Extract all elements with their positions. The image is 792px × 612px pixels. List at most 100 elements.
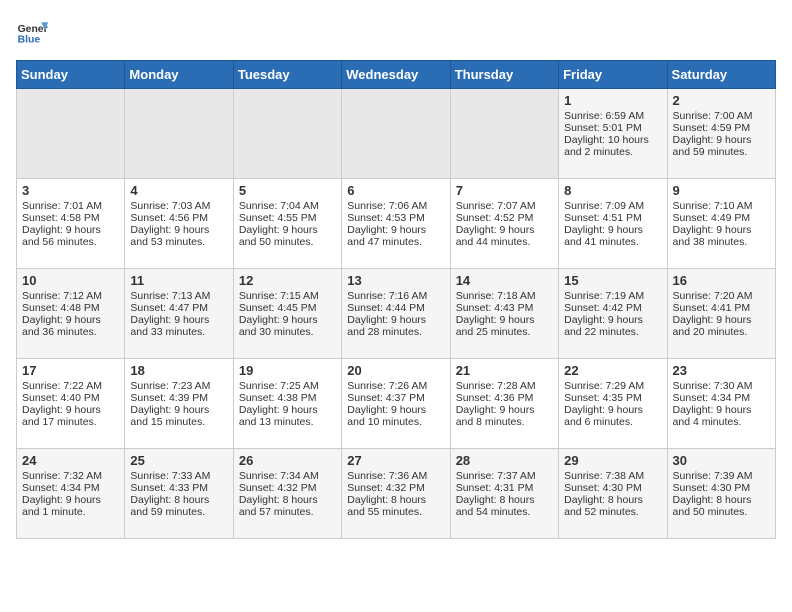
day-number: 25 — [130, 453, 227, 468]
day-info: Sunrise: 7:12 AM — [22, 290, 119, 302]
day-info: Daylight: 10 hours and 2 minutes. — [564, 134, 661, 158]
day-number: 17 — [22, 363, 119, 378]
day-info: Daylight: 8 hours and 57 minutes. — [239, 494, 336, 518]
weekday-header-friday: Friday — [559, 61, 667, 89]
day-info: Sunset: 4:59 PM — [673, 122, 770, 134]
day-number: 16 — [673, 273, 770, 288]
day-info: Sunrise: 7:29 AM — [564, 380, 661, 392]
day-info: Sunrise: 7:13 AM — [130, 290, 227, 302]
day-info: Daylight: 8 hours and 54 minutes. — [456, 494, 553, 518]
day-info: Sunset: 4:58 PM — [22, 212, 119, 224]
day-info: Sunset: 4:38 PM — [239, 392, 336, 404]
day-info: Sunrise: 7:22 AM — [22, 380, 119, 392]
day-info: Sunrise: 7:18 AM — [456, 290, 553, 302]
day-info: Sunset: 4:37 PM — [347, 392, 444, 404]
calendar-cell: 24Sunrise: 7:32 AMSunset: 4:34 PMDayligh… — [17, 449, 125, 539]
day-info: Sunrise: 7:38 AM — [564, 470, 661, 482]
calendar-cell: 1Sunrise: 6:59 AMSunset: 5:01 PMDaylight… — [559, 89, 667, 179]
day-number: 30 — [673, 453, 770, 468]
calendar-cell: 22Sunrise: 7:29 AMSunset: 4:35 PMDayligh… — [559, 359, 667, 449]
day-info: Sunrise: 7:00 AM — [673, 110, 770, 122]
day-info: Sunset: 4:34 PM — [22, 482, 119, 494]
day-info: Daylight: 9 hours and 36 minutes. — [22, 314, 119, 338]
calendar-cell: 4Sunrise: 7:03 AMSunset: 4:56 PMDaylight… — [125, 179, 233, 269]
day-number: 13 — [347, 273, 444, 288]
day-number: 10 — [22, 273, 119, 288]
day-info: Sunrise: 7:25 AM — [239, 380, 336, 392]
day-number: 8 — [564, 183, 661, 198]
day-info: Daylight: 9 hours and 1 minute. — [22, 494, 119, 518]
day-number: 15 — [564, 273, 661, 288]
calendar-cell: 8Sunrise: 7:09 AMSunset: 4:51 PMDaylight… — [559, 179, 667, 269]
day-info: Daylight: 9 hours and 8 minutes. — [456, 404, 553, 428]
day-info: Sunset: 4:49 PM — [673, 212, 770, 224]
day-number: 23 — [673, 363, 770, 378]
day-info: Sunrise: 7:26 AM — [347, 380, 444, 392]
day-info: Sunset: 4:47 PM — [130, 302, 227, 314]
day-info: Daylight: 9 hours and 53 minutes. — [130, 224, 227, 248]
day-info: Daylight: 9 hours and 28 minutes. — [347, 314, 444, 338]
day-info: Sunrise: 7:15 AM — [239, 290, 336, 302]
day-number: 3 — [22, 183, 119, 198]
calendar-cell: 14Sunrise: 7:18 AMSunset: 4:43 PMDayligh… — [450, 269, 558, 359]
weekday-header-wednesday: Wednesday — [342, 61, 450, 89]
day-info: Sunrise: 7:30 AM — [673, 380, 770, 392]
calendar-cell: 9Sunrise: 7:10 AMSunset: 4:49 PMDaylight… — [667, 179, 775, 269]
day-info: Sunrise: 7:09 AM — [564, 200, 661, 212]
weekday-header-thursday: Thursday — [450, 61, 558, 89]
day-info: Daylight: 9 hours and 13 minutes. — [239, 404, 336, 428]
day-info: Sunrise: 7:01 AM — [22, 200, 119, 212]
day-number: 20 — [347, 363, 444, 378]
day-info: Sunset: 4:55 PM — [239, 212, 336, 224]
day-info: Daylight: 9 hours and 56 minutes. — [22, 224, 119, 248]
day-number: 7 — [456, 183, 553, 198]
day-info: Daylight: 9 hours and 30 minutes. — [239, 314, 336, 338]
day-info: Sunset: 4:30 PM — [673, 482, 770, 494]
day-info: Sunset: 4:44 PM — [347, 302, 444, 314]
day-info: Sunset: 4:52 PM — [456, 212, 553, 224]
calendar-cell: 13Sunrise: 7:16 AMSunset: 4:44 PMDayligh… — [342, 269, 450, 359]
day-info: Sunrise: 6:59 AM — [564, 110, 661, 122]
day-info: Sunset: 4:56 PM — [130, 212, 227, 224]
calendar-cell: 3 Sunrise: 7:01 AMSunset: 4:58 PMDaylight… — [17, 179, 125, 269]
day-number: 2 — [673, 93, 770, 108]
weekday-header-saturday: Saturday — [667, 61, 775, 89]
calendar-cell: 28Sunrise: 7:37 AMSunset: 4:31 PMDayligh… — [450, 449, 558, 539]
day-info: Sunrise: 7:04 AM — [239, 200, 336, 212]
day-info: Sunrise: 7:10 AM — [673, 200, 770, 212]
weekday-header-monday: Monday — [125, 61, 233, 89]
day-info: Daylight: 9 hours and 33 minutes. — [130, 314, 227, 338]
day-info: Sunrise: 7:39 AM — [673, 470, 770, 482]
day-number: 4 — [130, 183, 227, 198]
day-info: Daylight: 8 hours and 50 minutes. — [673, 494, 770, 518]
day-info: Daylight: 9 hours and 17 minutes. — [22, 404, 119, 428]
day-info: Sunset: 4:35 PM — [564, 392, 661, 404]
day-info: Sunrise: 7:07 AM — [456, 200, 553, 212]
day-info: Daylight: 9 hours and 10 minutes. — [347, 404, 444, 428]
day-number: 19 — [239, 363, 336, 378]
calendar-cell — [342, 89, 450, 179]
day-info: Sunrise: 7:28 AM — [456, 380, 553, 392]
calendar-cell: 10Sunrise: 7:12 AMSunset: 4:48 PMDayligh… — [17, 269, 125, 359]
day-info: Daylight: 9 hours and 15 minutes. — [130, 404, 227, 428]
calendar-cell: 7Sunrise: 7:07 AMSunset: 4:52 PMDaylight… — [450, 179, 558, 269]
calendar-cell: 30 Sunrise: 7:39 AMSunset: 4:30 PMDayligh… — [667, 449, 775, 539]
day-info: Sunset: 4:32 PM — [347, 482, 444, 494]
calendar-cell — [450, 89, 558, 179]
day-info: Daylight: 9 hours and 59 minutes. — [673, 134, 770, 158]
day-number: 22 — [564, 363, 661, 378]
day-info: Sunset: 4:43 PM — [456, 302, 553, 314]
svg-text:Blue: Blue — [18, 34, 41, 45]
day-info: Sunrise: 7:32 AM — [22, 470, 119, 482]
day-info: Daylight: 9 hours and 4 minutes. — [673, 404, 770, 428]
day-info: Daylight: 8 hours and 55 minutes. — [347, 494, 444, 518]
page-header: General Blue — [16, 16, 776, 48]
day-info: Sunset: 4:32 PM — [239, 482, 336, 494]
calendar-cell: 25Sunrise: 7:33 AMSunset: 4:33 PMDayligh… — [125, 449, 233, 539]
calendar-header: SundayMondayTuesdayWednesdayThursdayFrid… — [17, 61, 776, 89]
calendar-cell: 2 Sunrise: 7:00 AMSunset: 4:59 PMDaylight… — [667, 89, 775, 179]
calendar-cell: 27Sunrise: 7:36 AMSunset: 4:32 PMDayligh… — [342, 449, 450, 539]
day-number: 14 — [456, 273, 553, 288]
day-number: 21 — [456, 363, 553, 378]
calendar-cell: 17Sunrise: 7:22 AMSunset: 4:40 PMDayligh… — [17, 359, 125, 449]
